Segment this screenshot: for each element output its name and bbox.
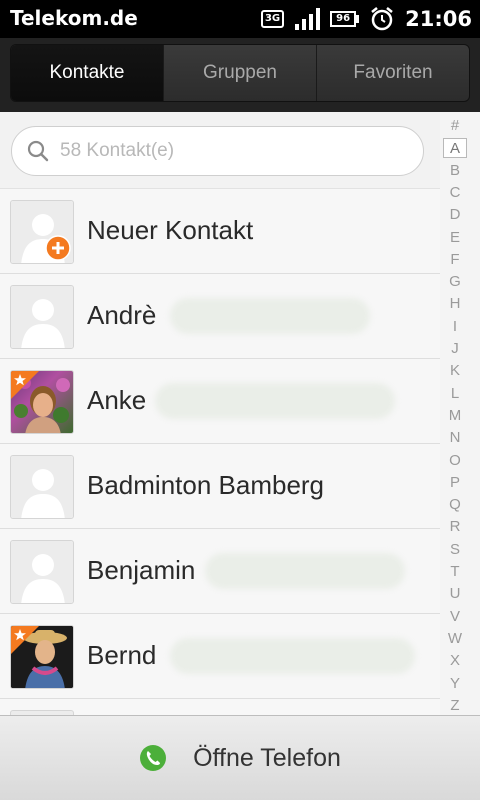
tab-gruppen[interactable]: Gruppen [163,45,316,101]
index-letter[interactable]: Y [443,674,467,694]
index-letter[interactable]: N [443,428,467,448]
index-letter[interactable]: L [443,384,467,404]
new-contact-row[interactable]: Neuer Kontakt [0,188,440,273]
index-letter[interactable]: P [443,473,467,493]
clock-time: 21:06 [405,7,472,31]
signal-icon [295,8,321,30]
network-3g-icon: 3G [260,10,285,28]
contact-row[interactable]: Benjamin [0,528,440,613]
contact-row-partial[interactable] [0,698,440,715]
contact-list[interactable]: Neuer Kontakt Andrè Anke Badminton Bambe… [0,188,440,715]
favorite-star-icon [11,626,39,654]
index-letter[interactable]: E [443,228,467,248]
add-icon [45,235,71,261]
index-letter[interactable]: Z [443,696,467,716]
tab-favoriten[interactable]: Favoriten [316,45,469,101]
tab-bar: Kontakte Gruppen Favoriten [0,38,480,112]
search-icon [27,140,49,162]
index-letter[interactable]: V [443,607,467,627]
open-phone-label: Öffne Telefon [193,743,341,772]
search-box[interactable] [11,126,424,176]
index-letter[interactable]: # [443,116,467,136]
contact-name: Bernd [87,640,157,670]
favorite-star-icon [11,371,39,399]
phone-icon [140,745,167,771]
index-letter[interactable]: H [443,294,467,314]
contact-photo [10,625,74,689]
contact-name: Benjamin [87,555,196,585]
contact-row[interactable]: Anke [0,358,440,443]
index-letter[interactable]: W [443,629,467,649]
index-letter[interactable]: J [443,339,467,359]
index-letter[interactable]: K [443,361,467,381]
status-bar: Telekom.de 3G 96 21:06 [0,0,480,38]
index-letter[interactable]: G [443,272,467,292]
index-letter[interactable]: C [443,183,467,203]
new-contact-avatar [10,200,74,264]
contact-name: Neuer Kontakt [87,215,254,245]
index-letter[interactable]: T [443,562,467,582]
index-letter[interactable]: O [443,451,467,471]
index-letter[interactable]: D [443,205,467,225]
alarm-clock-icon [371,7,393,31]
default-avatar-icon [10,540,74,604]
default-avatar-icon [10,285,74,349]
open-phone-button[interactable]: Öffne Telefon [0,715,480,800]
tab-kontakte[interactable]: Kontakte [11,45,163,101]
index-letter[interactable]: B [443,161,467,181]
index-letter[interactable]: U [443,584,467,604]
index-letter[interactable]: F [443,250,467,270]
search-input[interactable] [60,140,380,162]
contact-row[interactable]: Badminton Bamberg [0,443,440,528]
contact-name: Anke [87,385,147,415]
contact-row[interactable]: Andrè [0,273,440,358]
contact-name: Badminton Bamberg [87,470,325,500]
index-letter[interactable]: A [443,138,467,159]
contact-row[interactable]: Bernd [0,613,440,698]
search-row [0,112,440,188]
index-letter[interactable]: Q [443,495,467,515]
index-letter[interactable]: R [443,517,467,537]
contact-name: Andrè [87,300,157,330]
battery-level: 96 [330,11,357,27]
index-letter[interactable]: I [443,317,467,337]
contact-photo [10,370,74,434]
index-letter[interactable]: S [443,540,467,560]
carrier-name: Telekom.de [10,6,138,30]
default-avatar-icon [10,455,74,519]
index-letter[interactable]: M [443,406,467,426]
index-letter[interactable]: X [443,651,467,671]
battery-icon: 96 [330,11,360,27]
